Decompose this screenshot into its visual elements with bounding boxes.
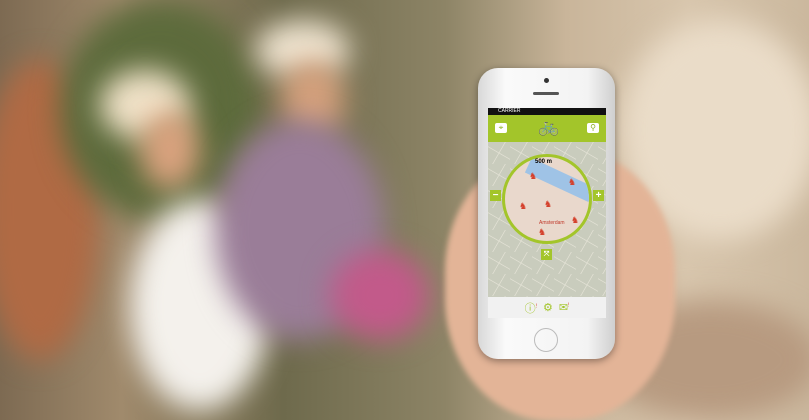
bike-marker[interactable]: ♞ bbox=[571, 215, 579, 226]
woman-face bbox=[140, 110, 200, 190]
carrier-label: CARRIER bbox=[498, 108, 521, 114]
app-screen: CARRIER ⌖ 🚲 ⚲ 500 m ♞ ♞ ♞ ♞ ♞ ♞ Amsterda… bbox=[488, 108, 606, 318]
alert-badge: ! bbox=[535, 302, 537, 309]
fit-icon[interactable]: ⤧ bbox=[541, 249, 552, 260]
map[interactable]: 500 m ♞ ♞ ♞ ♞ ♞ ♞ Amsterdam − + ⤧ bbox=[488, 142, 606, 297]
city-label: Amsterdam bbox=[539, 220, 565, 226]
cyclists-logo-icon: 🚲 bbox=[538, 117, 560, 136]
search-location-icon[interactable]: ⌖ bbox=[495, 123, 507, 133]
zoom-out-button[interactable]: − bbox=[490, 190, 501, 201]
camera bbox=[544, 78, 549, 83]
status-bar: CARRIER bbox=[488, 108, 606, 115]
radius-circle: 500 m ♞ ♞ ♞ ♞ ♞ ♞ Amsterdam bbox=[502, 154, 592, 244]
bicycle-basket bbox=[330, 250, 430, 340]
speaker bbox=[533, 92, 559, 95]
bike-marker[interactable]: ♞ bbox=[519, 201, 527, 212]
bike-marker[interactable]: ♞ bbox=[529, 171, 537, 182]
bike-marker[interactable]: ♞ bbox=[538, 227, 546, 238]
bike-marker[interactable]: ♞ bbox=[544, 199, 552, 210]
mail-badge: ! bbox=[568, 302, 570, 309]
mail-icon[interactable]: ✉! bbox=[559, 301, 570, 314]
bike-marker[interactable]: ♞ bbox=[568, 177, 576, 188]
app-header: ⌖ 🚲 ⚲ bbox=[488, 115, 606, 142]
bottom-bar: ⓘ! ⚙ ✉! bbox=[488, 297, 606, 318]
alert-icon[interactable]: ⓘ! bbox=[525, 300, 537, 316]
distance-label: 500 m bbox=[535, 159, 553, 165]
smartphone: CARRIER ⌖ 🚲 ⚲ 500 m ♞ ♞ ♞ ♞ ♞ ♞ Amsterda… bbox=[478, 68, 615, 359]
zoom-in-button[interactable]: + bbox=[593, 190, 604, 201]
settings-icon[interactable]: ⚙ bbox=[543, 301, 553, 314]
home-button[interactable] bbox=[534, 328, 558, 352]
search-icon[interactable]: ⚲ bbox=[587, 123, 599, 133]
